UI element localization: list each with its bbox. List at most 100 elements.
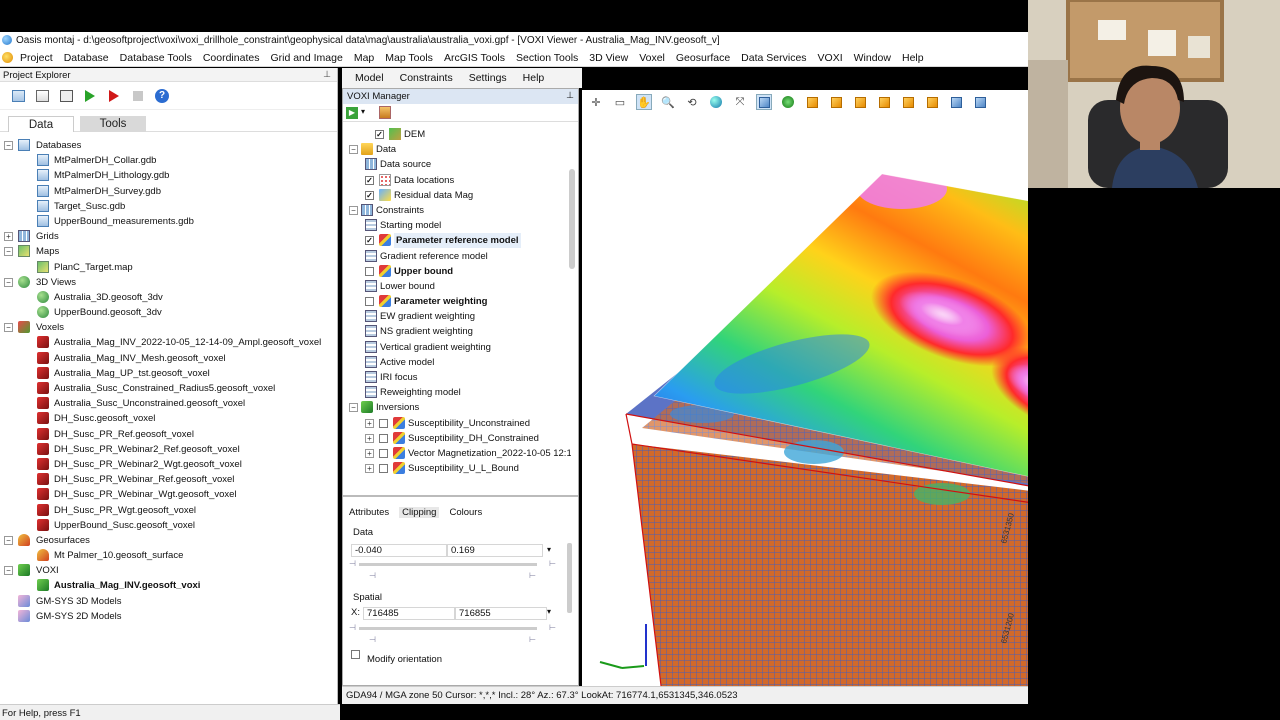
slider-thumb-max[interactable]: ⊢	[529, 635, 536, 644]
menu-voxel[interactable]: Voxel	[639, 52, 665, 64]
tree-group[interactable]: GM-SYS 2D Models	[0, 609, 338, 624]
voxi-menu-help[interactable]: Help	[523, 72, 545, 88]
voxi-tree-item[interactable]: NS gradient weighting	[343, 324, 571, 339]
visibility-checkbox[interactable]	[379, 448, 388, 458]
tree-item[interactable]: DH_Susc_PR_Ref.geosoft_voxel	[0, 427, 338, 442]
tree-group[interactable]: − Voxels	[0, 320, 338, 335]
run-icon[interactable]	[82, 88, 98, 104]
view-bottom-icon[interactable]	[924, 94, 940, 110]
chevron-down-icon[interactable]: ▾	[547, 545, 551, 554]
data-max-field[interactable]: 0.169	[447, 544, 543, 557]
menu-geosurface[interactable]: Geosurface	[676, 52, 730, 64]
pin-icon[interactable]: ⊥	[566, 90, 574, 101]
menu-3d-view[interactable]: 3D View	[589, 52, 628, 64]
visibility-checkbox[interactable]	[379, 418, 388, 428]
menu-coordinates[interactable]: Coordinates	[203, 52, 260, 64]
cursor-icon[interactable]: ✛	[588, 94, 604, 110]
collapse-icon[interactable]: −	[349, 205, 358, 215]
tree-item[interactable]: Australia_Susc_Constrained_Radius5.geoso…	[0, 381, 338, 396]
view-left-icon[interactable]	[852, 94, 868, 110]
menu-help[interactable]: Help	[902, 52, 924, 64]
tree-group[interactable]: GM-SYS 3D Models	[0, 594, 338, 609]
voxi-tree-item[interactable]: ✓ DEM	[343, 127, 571, 142]
data-slider-track[interactable]	[359, 563, 537, 566]
tree-group[interactable]: − Geosurfaces	[0, 533, 338, 548]
pan-hand-icon[interactable]: ✋	[636, 94, 652, 110]
voxi-tree-item[interactable]: Active model	[343, 355, 571, 370]
collapse-icon[interactable]: −	[4, 277, 13, 287]
collapse-icon[interactable]: −	[4, 323, 13, 333]
menu-data-services[interactable]: Data Services	[741, 52, 806, 64]
voxi-tree-item[interactable]: IRI focus	[343, 370, 571, 385]
visibility-checkbox[interactable]	[365, 266, 374, 276]
geosoft-logo-icon[interactable]	[2, 52, 13, 63]
voxi-tree-item[interactable]: Reweighting model	[343, 385, 571, 400]
layers-icon[interactable]	[756, 94, 772, 110]
view-settings-icon[interactable]	[972, 94, 988, 110]
voxi-tree-item[interactable]: EW gradient weighting	[343, 309, 571, 324]
voxi-tree-item[interactable]: − Constraints	[343, 203, 571, 218]
expand-icon[interactable]: +	[365, 464, 374, 474]
collapse-icon[interactable]: −	[349, 145, 358, 155]
voxi-tree-item[interactable]: ✓ Parameter reference model	[343, 233, 571, 249]
voxi-tree-item[interactable]: − Inversions	[343, 400, 571, 415]
tree-item[interactable]: UpperBound_Susc.geosoft_voxel	[0, 518, 338, 533]
voxi-tree-item[interactable]: Lower bound	[343, 279, 571, 294]
voxi-tree-item[interactable]: + Susceptibility_Unconstrained	[343, 416, 571, 431]
3d-scene[interactable]: 45040035030025020015065313506531200	[582, 114, 1028, 686]
visibility-checkbox[interactable]	[379, 464, 388, 474]
menu-window[interactable]: Window	[854, 52, 891, 64]
voxi-tree-item[interactable]: Starting model	[343, 218, 571, 233]
slider-thumb-max[interactable]: ⊢	[529, 571, 536, 580]
tree-item[interactable]: MtPalmerDH_Lithology.gdb	[0, 168, 338, 183]
rotate-icon[interactable]: ⟲	[684, 94, 700, 110]
tree-item[interactable]: Australia_Susc_Unconstrained.geosoft_vox…	[0, 396, 338, 411]
expand-icon[interactable]: +	[365, 448, 374, 458]
modify-orientation-checkbox[interactable]	[351, 650, 360, 659]
render-icon[interactable]	[780, 94, 796, 110]
tree-group[interactable]: − 3D Views	[0, 275, 338, 290]
zoom-icon[interactable]: 🔍	[660, 94, 676, 110]
tree-group[interactable]: + Grids	[0, 229, 338, 244]
open-icon[interactable]	[34, 88, 50, 104]
tree-group[interactable]: − Maps	[0, 244, 338, 259]
voxi-tree-item[interactable]: Parameter weighting	[343, 294, 571, 309]
collapse-icon[interactable]: −	[349, 403, 358, 413]
view-iso-icon[interactable]	[948, 94, 964, 110]
voxi-menu-model[interactable]: Model	[355, 72, 384, 88]
menu-voxi[interactable]: VOXI	[818, 52, 843, 64]
scrollbar[interactable]	[569, 169, 575, 269]
voxi-tree-item[interactable]: + Vector Magnetization_2022-10-05 12:1-	[343, 446, 571, 461]
slider-thumb-min[interactable]: ⊣	[369, 571, 376, 580]
visibility-checkbox[interactable]	[379, 433, 388, 443]
scrollbar[interactable]	[567, 543, 572, 613]
tree-item[interactable]: MtPalmerDH_Survey.gdb	[0, 184, 338, 199]
slider-thumb-min[interactable]: ⊣	[369, 635, 376, 644]
spatial-slider-track[interactable]	[359, 627, 537, 630]
voxi-tree-item[interactable]: Upper bound	[343, 264, 571, 279]
tree-item[interactable]: Australia_Mag_INV.geosoft_voxi	[0, 578, 338, 593]
tab-clipping[interactable]: Clipping	[399, 507, 440, 518]
expand-icon[interactable]: +	[365, 433, 374, 443]
menu-grid-and-image[interactable]: Grid and Image	[270, 52, 342, 64]
x-max-field[interactable]: 716855	[455, 607, 547, 620]
tree-item[interactable]: DH_Susc_PR_Wgt.geosoft_voxel	[0, 503, 338, 518]
tree-item[interactable]: Australia_3D.geosoft_3dv	[0, 290, 338, 305]
tree-item[interactable]: MtPalmerDH_Collar.gdb	[0, 153, 338, 168]
slider-max-icon[interactable]: ⊢	[549, 623, 556, 632]
voxi-tree-item[interactable]: ✓ Data locations	[343, 173, 571, 188]
voxi-tree-item[interactable]: Vertical gradient weighting	[343, 340, 571, 355]
menu-map[interactable]: Map	[354, 52, 374, 64]
tab-data[interactable]: Data	[8, 116, 74, 132]
visibility-checkbox[interactable]: ✓	[365, 190, 374, 200]
expand-icon[interactable]: +	[365, 418, 374, 428]
pin-icon[interactable]: ⊥	[323, 69, 331, 80]
chevron-down-icon[interactable]: ▾	[361, 107, 365, 116]
voxi-tree-item[interactable]: − Data	[343, 142, 571, 157]
fit-extent-icon[interactable]: ⤧	[732, 94, 748, 110]
voxi-tree-item[interactable]: Gradient reference model	[343, 249, 571, 264]
record-icon[interactable]	[106, 88, 122, 104]
menu-project[interactable]: Project	[20, 52, 53, 64]
visibility-checkbox[interactable]: ✓	[365, 236, 374, 246]
tree-group[interactable]: − Databases	[0, 138, 338, 153]
